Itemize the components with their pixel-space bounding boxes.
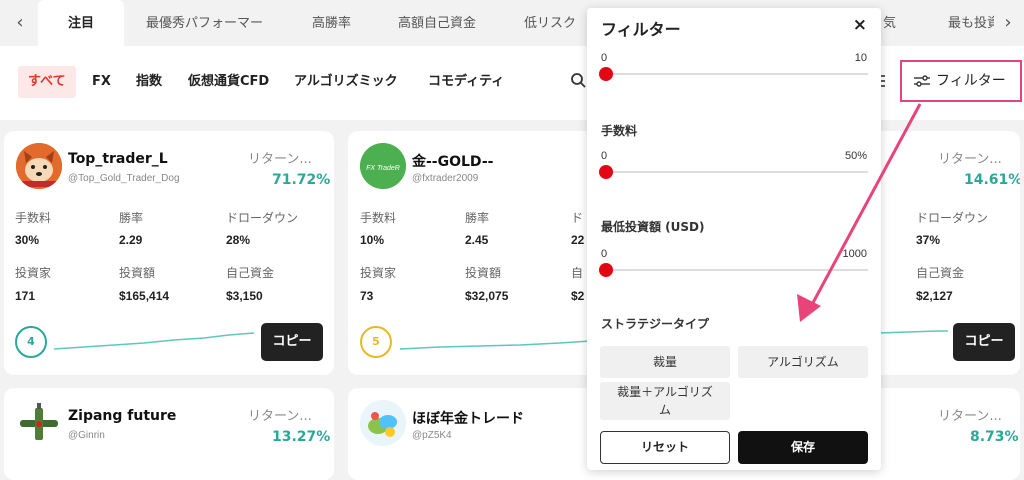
annotation-arrow bbox=[797, 103, 922, 322]
